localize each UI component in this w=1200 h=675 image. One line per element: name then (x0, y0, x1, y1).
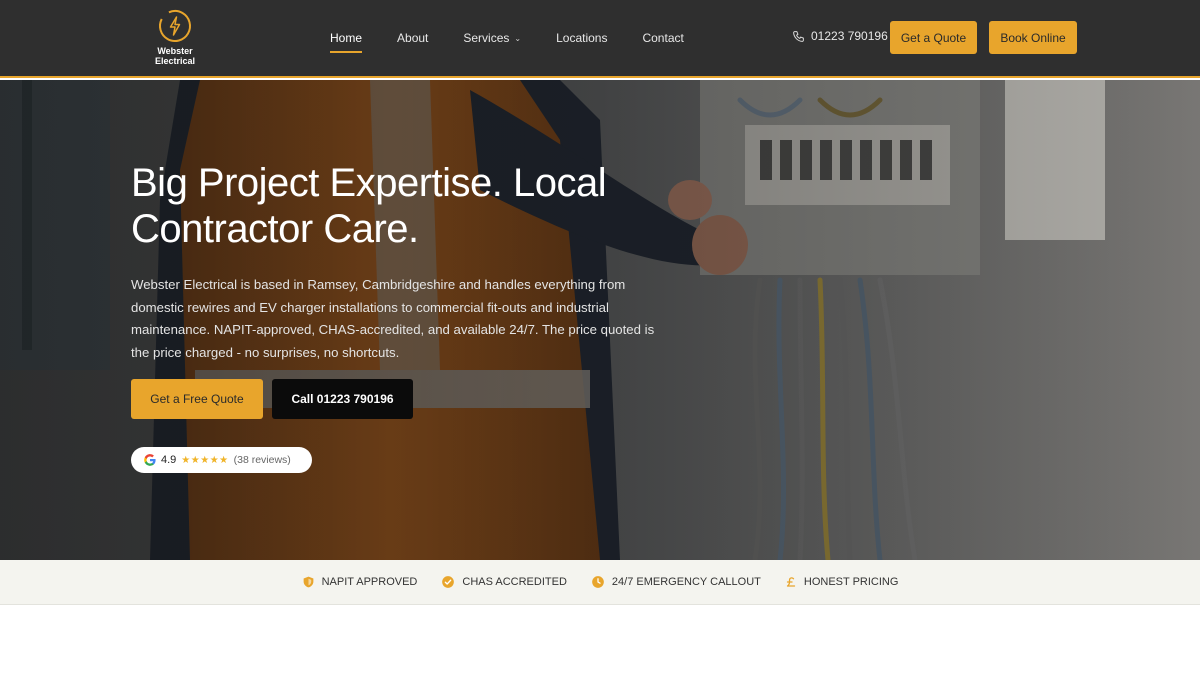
trust-item-emergency: 24/7 EMERGENCY CALLOUT (591, 575, 761, 589)
review-stars-icon: ★★★★★ (181, 454, 229, 466)
hero-content: Big Project Expertise. Local Contractor … (131, 160, 691, 364)
nav-services[interactable]: Services ⌄ (463, 31, 521, 45)
phone-icon (793, 30, 804, 42)
review-count: (38 reviews) (233, 454, 291, 466)
nav-home[interactable]: Home (330, 31, 363, 53)
logo-name-line2: Electrical (154, 56, 196, 66)
trust-item-emergency-label: 24/7 EMERGENCY CALLOUT (611, 576, 761, 588)
trust-bar: NAPIT APPROVED CHAS ACCREDITED 24/7 EMER… (0, 560, 1200, 605)
hero-section: Big Project Expertise. Local Contractor … (0, 80, 1200, 560)
header-phone-link[interactable]: 01223 790196 (792, 29, 888, 43)
trust-item-pricing: HONEST PRICING (785, 575, 899, 589)
pound-icon (786, 577, 796, 587)
trust-item-chas: CHAS ACCREDITED (441, 575, 567, 589)
main-nav: Home About Services ⌄ Locations Contact (330, 0, 719, 76)
trust-item-chas-label: CHAS ACCREDITED (462, 576, 567, 588)
logo-name-line1: Webster (157, 46, 193, 56)
book-online-button[interactable]: Book Online (989, 21, 1077, 54)
clock-icon (592, 576, 604, 588)
trust-item-pricing-label: HONEST PRICING (803, 576, 899, 588)
site-header: Webster Electrical Home About Services ⌄ … (0, 0, 1200, 78)
chevron-down-icon: ⌄ (514, 33, 522, 43)
nav-services-label: Services (463, 31, 510, 45)
nav-locations[interactable]: Locations (556, 31, 607, 45)
nav-contact[interactable]: Contact (642, 31, 683, 45)
review-rating: 4.9 (161, 454, 177, 466)
shield-icon (303, 576, 313, 588)
get-a-quote-button[interactable]: Get a Quote (890, 21, 977, 54)
call-phone-button[interactable]: Call 01223 790196 (272, 379, 413, 419)
nav-locations-label: Locations (556, 31, 608, 45)
check-circle-icon (442, 576, 455, 588)
nav-about-label: About (397, 31, 429, 45)
nav-contact-label: Contact (642, 31, 684, 45)
hero-title: Big Project Expertise. Local Contractor … (131, 161, 607, 251)
lightning-logo-icon (159, 10, 191, 42)
hero-description: Webster Electrical is based in Ramsey, C… (131, 277, 655, 360)
google-review-badge[interactable]: 4.9 ★★★★★ (38 reviews) (131, 447, 312, 473)
nav-about[interactable]: About (397, 31, 428, 45)
trust-item-napit-label: NAPIT APPROVED (321, 576, 418, 588)
trust-item-napit: NAPIT APPROVED (302, 575, 418, 589)
hero-buttons: Get a Free Quote Call 01223 790196 (131, 379, 413, 419)
google-icon (144, 454, 156, 466)
nav-home-label: Home (330, 31, 363, 45)
logo-text: Webster Electrical (145, 46, 205, 66)
header-phone-number: 01223 790196 (811, 29, 888, 43)
logo[interactable]: Webster Electrical (145, 8, 205, 70)
get-free-quote-button[interactable]: Get a Free Quote (131, 379, 263, 419)
